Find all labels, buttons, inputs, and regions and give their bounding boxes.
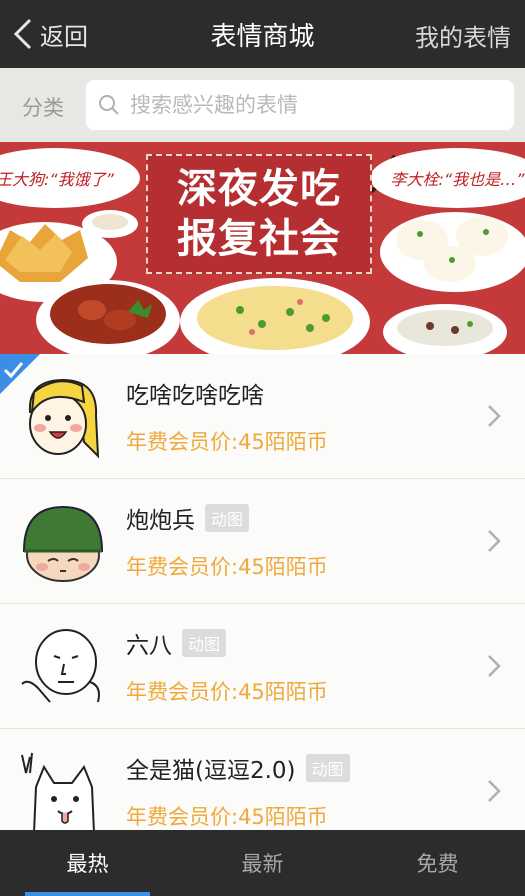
blonde-girl-face-icon [28,378,100,459]
search-row: 分类 [0,68,525,142]
chevron-right-icon [488,405,501,427]
back-button[interactable]: 返回 [12,14,88,54]
search-icon [99,95,119,115]
tab-newest[interactable]: 最新 [175,830,350,896]
search-input[interactable] [130,93,510,117]
chevron-right-icon [488,530,501,552]
sticker-name-text: 吃啥吃啥吃啥 [126,383,264,409]
banner-title-line2: 报复社会 [177,216,341,262]
tab-hottest[interactable]: 最热 [0,830,175,896]
nav-bar: 返回 表情商城 我的表情 [0,0,525,68]
sticker-item[interactable]: 吃啥吃啥吃啥 年费会员价:45陌陌币 [0,354,525,479]
promo-banner[interactable]: 王大狗:“我饿了” 李大栓:“我也是…” 深夜发吃 报复社会 [0,142,525,354]
helmet-soldier-face-icon [22,505,104,582]
sticker-name-text: 全是猫(逗逗2.0) [126,758,296,784]
sticker-price: 年费会员价:45陌陌币 [126,430,328,454]
sticker-name-text: 六八 [126,633,172,659]
search-box[interactable] [86,80,514,130]
bottom-tab-bar: 最热 最新 免费 [0,830,525,896]
sticker-name: 全是猫(逗逗2.0) 动图 [126,751,350,785]
sketch-man-face-icon [21,629,100,703]
sticker-name: 炮炮兵 动图 [126,501,250,535]
chevron-left-icon [13,18,32,50]
chevron-right-icon [488,780,501,802]
sticker-price: 年费会员价:45陌陌币 [126,680,328,704]
sticker-name: 吃啥吃啥吃啥 [126,376,264,410]
animated-tag: 动图 [205,504,250,532]
sticker-price: 年费会员价:45陌陌币 [126,805,328,829]
chevron-right-icon [488,655,501,677]
category-button[interactable]: 分类 [22,92,64,122]
sketch-cat-face-icon [21,752,96,834]
animated-tag: 动图 [305,754,350,782]
tab-free[interactable]: 免费 [350,830,525,896]
sticker-name-text: 炮炮兵 [126,508,195,534]
banner-title-box: 深夜发吃 报复社会 [146,154,372,274]
my-stickers-button[interactable]: 我的表情 [415,18,511,53]
back-label: 返回 [40,22,88,51]
animated-tag: 动图 [182,629,227,657]
sticker-item[interactable]: 炮炮兵 动图 年费会员价:45陌陌币 [0,479,525,604]
sticker-name: 六八 动图 [126,626,227,660]
sticker-list: 吃啥吃啥吃啥 年费会员价:45陌陌币 炮炮兵 动图 年费会员价:45陌陌币 六八… [0,354,525,854]
sticker-price: 年费会员价:45陌陌币 [126,555,328,579]
banner-title-line1: 深夜发吃 [177,166,341,212]
sticker-item[interactable]: 六八 动图 年费会员价:45陌陌币 [0,604,525,729]
